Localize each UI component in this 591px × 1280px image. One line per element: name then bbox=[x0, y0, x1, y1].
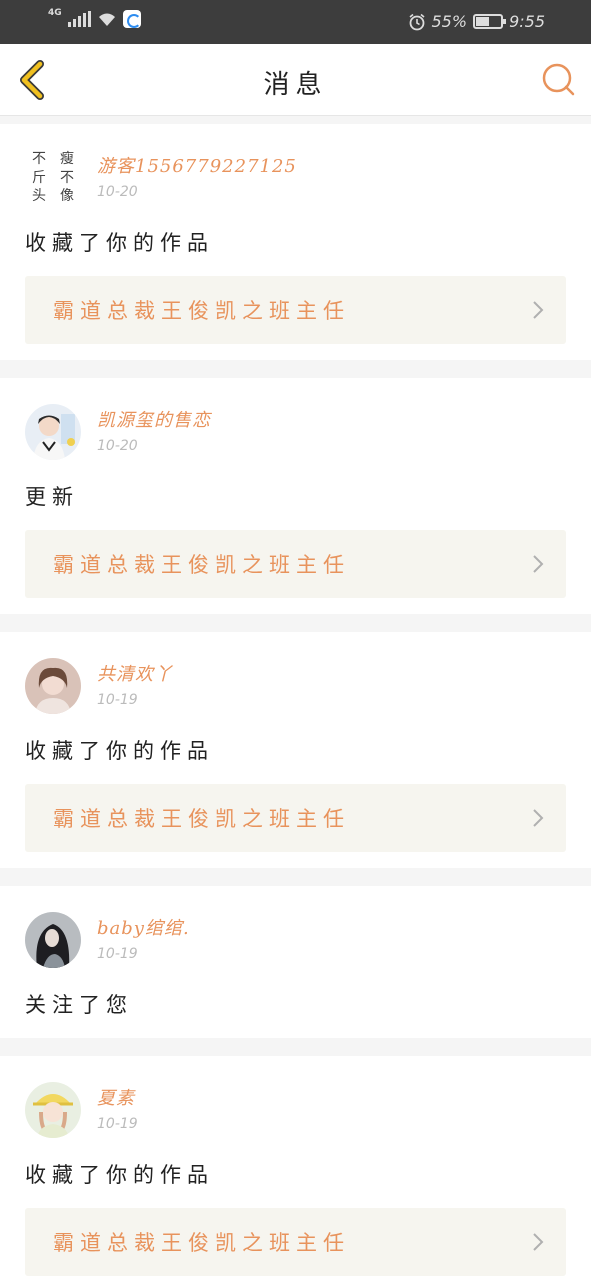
avatar-image bbox=[25, 1082, 81, 1138]
timestamp: 10-19 bbox=[97, 692, 138, 708]
notification-header: 不 瘦 斤 不 头 像 游客15567792271​25 10-20 bbox=[25, 124, 566, 224]
username[interactable]: 凯源玺的售恋 bbox=[97, 406, 211, 432]
work-link[interactable]: 霸道总裁王俊凯之班主任 bbox=[25, 530, 566, 598]
alarm-icon bbox=[408, 13, 426, 31]
avatar[interactable] bbox=[25, 912, 81, 968]
notification-item: 凯源玺的售恋 10-20 更新 霸道总裁王俊凯之班主任 bbox=[0, 378, 591, 614]
avatar-image bbox=[25, 404, 81, 460]
username[interactable]: 夏素 bbox=[97, 1084, 135, 1110]
timestamp: 10-20 bbox=[97, 438, 138, 454]
avatar-text: 头 bbox=[32, 188, 46, 205]
notification-item: 共清欢丫 10-19 收藏了你的作品 霸道总裁王俊凯之班主任 bbox=[0, 632, 591, 868]
search-button[interactable] bbox=[541, 62, 577, 98]
nav-header: 消息 bbox=[0, 44, 591, 116]
avatar[interactable] bbox=[25, 404, 81, 460]
battery-icon bbox=[473, 14, 507, 29]
app-notification-icon bbox=[122, 10, 141, 28]
notification-message: 收藏了你的作品 bbox=[25, 1163, 214, 1187]
status-right: 55% 9:55 bbox=[408, 12, 545, 31]
avatar[interactable]: 不 瘦 斤 不 头 像 bbox=[25, 150, 81, 206]
notification-item: 夏素 10-19 收藏了你的作品 霸道总裁王俊凯之班主任 bbox=[0, 1056, 591, 1280]
avatar-image bbox=[25, 912, 81, 968]
avatar-text: 斤 bbox=[32, 169, 46, 186]
notification-item: 不 瘦 斤 不 头 像 游客15567792271​25 10-20 收藏了你的… bbox=[0, 124, 591, 360]
page-title: 消息 bbox=[263, 70, 328, 100]
battery-percent: 55% bbox=[431, 12, 468, 31]
chevron-right-icon bbox=[533, 809, 544, 827]
username[interactable]: 游客15567792271​25 bbox=[97, 152, 297, 178]
timestamp: 10-19 bbox=[97, 1116, 138, 1132]
status-left: 4G bbox=[48, 8, 141, 28]
timestamp: 10-19 bbox=[97, 946, 138, 962]
work-title: 霸道总裁王俊凯之班主任 bbox=[53, 1231, 350, 1255]
wifi-icon bbox=[97, 11, 117, 27]
notification-message: 关注了您 bbox=[25, 993, 133, 1017]
avatar[interactable] bbox=[25, 1082, 81, 1138]
notification-header: 共清欢丫 10-19 bbox=[25, 632, 566, 732]
notification-message: 收藏了你的作品 bbox=[25, 231, 214, 255]
battery-level bbox=[476, 17, 490, 26]
network-type: 4G bbox=[48, 8, 62, 18]
avatar[interactable] bbox=[25, 658, 81, 714]
signal-icon bbox=[67, 11, 91, 27]
avatar-text: 不 bbox=[32, 151, 46, 167]
clock: 9:55 bbox=[509, 12, 545, 31]
notification-header: 凯源玺的售恋 10-20 bbox=[25, 378, 566, 478]
username[interactable]: baby绾绾. bbox=[97, 914, 190, 940]
notification-message: 收藏了你的作品 bbox=[25, 739, 214, 763]
avatar-text: 不 bbox=[60, 169, 74, 186]
notification-header: baby绾绾. 10-19 bbox=[25, 886, 566, 986]
notification-item: baby绾绾. 10-19 关注了您 bbox=[0, 886, 591, 1038]
avatar-text: 像 bbox=[60, 188, 74, 205]
work-title: 霸道总裁王俊凯之班主任 bbox=[53, 553, 350, 577]
username[interactable]: 共清欢丫 bbox=[97, 660, 173, 686]
timestamp: 10-20 bbox=[97, 184, 138, 200]
chevron-right-icon bbox=[533, 1233, 544, 1251]
work-title: 霸道总裁王俊凯之班主任 bbox=[53, 299, 350, 323]
work-link[interactable]: 霸道总裁王俊凯之班主任 bbox=[25, 1208, 566, 1276]
work-link[interactable]: 霸道总裁王俊凯之班主任 bbox=[25, 784, 566, 852]
status-bar: 4G 55% 9:55 bbox=[0, 0, 591, 44]
notification-list: 不 瘦 斤 不 头 像 游客15567792271​25 10-20 收藏了你的… bbox=[0, 124, 591, 1280]
notification-header: 夏素 10-19 bbox=[25, 1056, 566, 1156]
work-link[interactable]: 霸道总裁王俊凯之班主任 bbox=[25, 276, 566, 344]
chevron-right-icon bbox=[533, 555, 544, 573]
notification-message: 更新 bbox=[25, 485, 79, 509]
work-title: 霸道总裁王俊凯之班主任 bbox=[53, 807, 350, 831]
avatar-image bbox=[25, 658, 81, 714]
search-icon bbox=[542, 63, 575, 96]
chevron-right-icon bbox=[533, 301, 544, 319]
avatar-text: 瘦 bbox=[60, 151, 74, 167]
